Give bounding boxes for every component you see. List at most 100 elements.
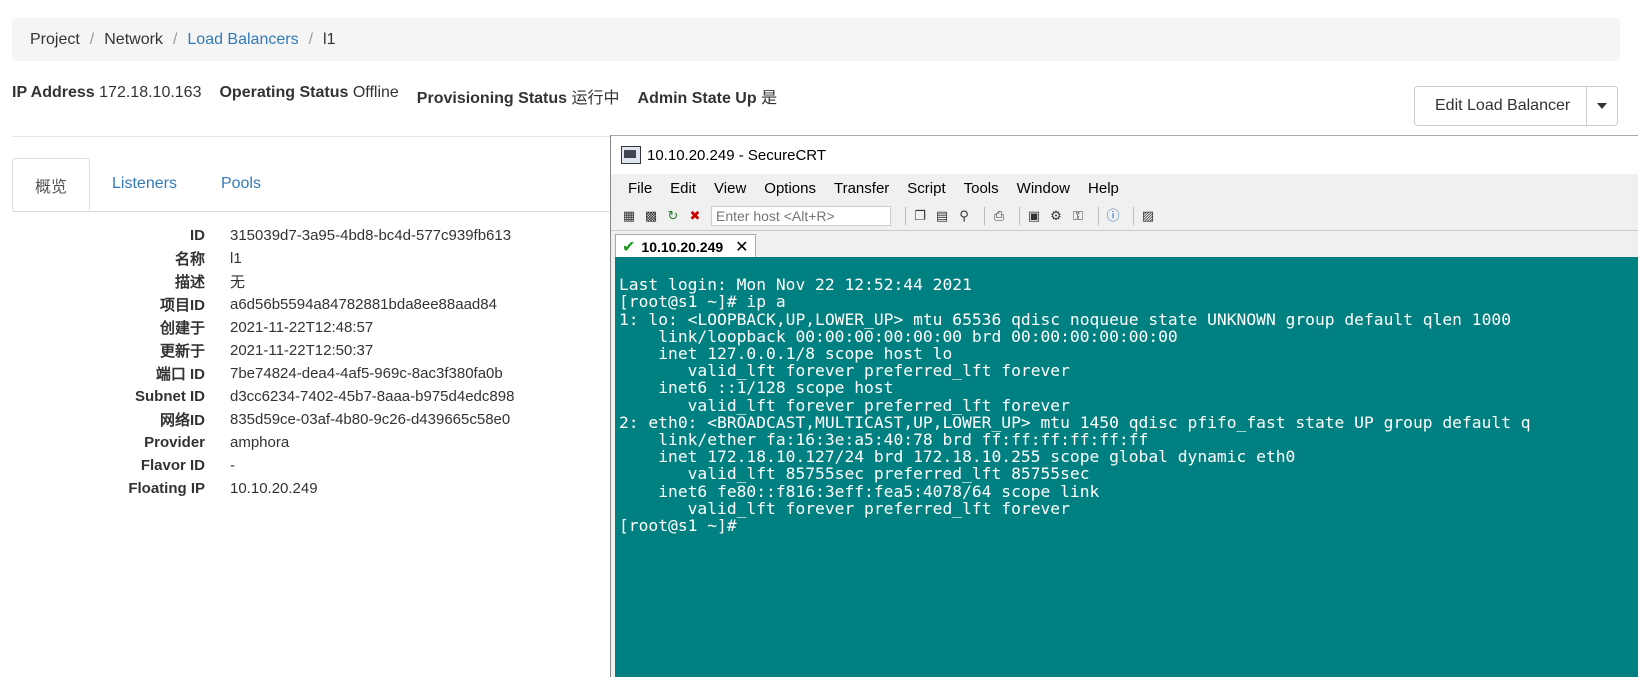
paste-icon[interactable]: ▤ <box>934 208 950 224</box>
terminal-line: valid_lft forever preferred_lft forever <box>619 395 1070 415</box>
reconnect-icon[interactable]: ↻ <box>665 208 681 224</box>
menu-script[interactable]: Script <box>898 180 954 197</box>
breadcrumb-separator: / <box>308 30 314 48</box>
status-summary: IP Address 172.18.10.163 Operating Statu… <box>12 84 777 108</box>
terminal-line: Last login: Mon Nov 22 12:52:44 2021 <box>619 275 972 295</box>
session-tab[interactable]: ✔ 10.10.20.249 ✕ <box>615 234 756 259</box>
tab-overview[interactable]: 概览 <box>12 158 91 211</box>
detail-key: 描述 <box>174 274 205 291</box>
detail-row: 端口 ID 7be74824-dea4-4af5-969c-8ac3f380fa0… <box>0 362 514 385</box>
detail-tabs: 概览 Listeners Pools <box>12 158 612 212</box>
toolbar-separator <box>905 207 906 225</box>
print-icon[interactable]: ⎙ <box>991 208 1007 224</box>
provisioning-status-pair: Provisioning Status 运行中 <box>417 84 620 108</box>
detail-row: ID 315039d7-3a95-4bd8-bc4d-577c939fb613 <box>0 224 514 247</box>
help-icon[interactable]: ⓘ <box>1105 208 1121 224</box>
operating-status-pair: Operating Status Offline <box>219 84 398 108</box>
terminal-line: valid_lft 85755sec preferred_lft 85755se… <box>619 464 1090 484</box>
global-options-icon[interactable]: ⚙ <box>1048 208 1064 224</box>
toolbar-separator <box>1098 207 1099 225</box>
securecrt-toolbar: ▦ ▩ ↻ ✖ ❐ ▤ ⚲ ⎙ ▣ ⚙ ⚿ ⓘ ▨ <box>611 202 1638 231</box>
admin-state-pair: Admin State Up 是 <box>638 84 778 108</box>
session-options-icon[interactable]: ▣ <box>1026 208 1042 224</box>
ip-address-label: IP Address <box>12 84 95 101</box>
securecrt-window: 10.10.20.249 - SecureCRT File Edit View … <box>610 135 1638 677</box>
edit-dropdown-toggle[interactable] <box>1587 87 1617 125</box>
detail-value: 315039d7-3a95-4bd8-bc4d-577c939fb613 <box>230 227 512 244</box>
detail-row: Provider amphora <box>0 431 514 454</box>
securecrt-title: 10.10.20.249 - SecureCRT <box>647 146 826 164</box>
terminal-line: link/ether fa:16:3e:a5:40:78 brd ff:ff:f… <box>619 430 1149 450</box>
breadcrumb-load-balancers-link[interactable]: Load Balancers <box>187 31 298 49</box>
detail-key: Provider <box>144 434 205 451</box>
detail-key: Subnet ID <box>135 388 205 405</box>
detail-row: 更新于 2021-11-22T12:50:37 <box>0 339 514 362</box>
breadcrumb-separator: / <box>89 30 95 48</box>
header-divider <box>12 136 612 137</box>
detail-value: 无 <box>230 274 246 291</box>
edit-load-balancer-button-group: Edit Load Balancer <box>1414 86 1619 126</box>
edit-load-balancer-button[interactable]: Edit Load Balancer <box>1415 87 1588 125</box>
menu-view[interactable]: View <box>705 180 755 197</box>
detail-key: ID <box>190 227 205 244</box>
breadcrumb-network: Network <box>104 30 163 48</box>
menu-window[interactable]: Window <box>1008 180 1079 197</box>
menu-options[interactable]: Options <box>755 180 825 197</box>
enter-host-input[interactable] <box>711 206 891 226</box>
quick-connect-icon[interactable]: ▩ <box>643 208 659 224</box>
detail-key: 创建于 <box>159 320 205 337</box>
detail-row: Floating IP 10.10.20.249 <box>0 477 514 500</box>
sftp-icon[interactable]: ▨ <box>1140 208 1156 224</box>
provisioning-status-value: 运行中 <box>571 90 620 107</box>
detail-value: l1 <box>230 250 242 267</box>
close-tab-icon[interactable]: ✕ <box>735 237 748 257</box>
menu-transfer[interactable]: Transfer <box>825 180 898 197</box>
detail-list: ID 315039d7-3a95-4bd8-bc4d-577c939fb613 名… <box>0 224 514 500</box>
securecrt-title-bar[interactable]: 10.10.20.249 - SecureCRT <box>611 135 1638 174</box>
toolbar-separator <box>1133 207 1134 225</box>
detail-value: a6d56b5594a84782881bda8ee88aad84 <box>230 296 497 313</box>
menu-file[interactable]: File <box>619 180 661 197</box>
terminal-line: inet 172.18.10.127/24 brd 172.18.10.255 … <box>619 447 1296 467</box>
tab-listeners[interactable]: Listeners <box>90 158 199 210</box>
menu-help[interactable]: Help <box>1079 180 1128 197</box>
terminal-line: link/loopback 00:00:00:00:00:00 brd 00:0… <box>619 326 1178 346</box>
detail-key: 网络ID <box>159 412 205 429</box>
connect-icon[interactable]: ▦ <box>621 208 637 224</box>
detail-value: 2021-11-22T12:48:57 <box>230 319 374 336</box>
menu-tools[interactable]: Tools <box>955 180 1008 197</box>
admin-state-value: 是 <box>761 90 778 107</box>
operating-status-label: Operating Status <box>219 84 349 101</box>
detail-key: Floating IP <box>128 480 205 497</box>
terminal-output[interactable]: Last login: Mon Nov 22 12:52:44 2021 [roo… <box>615 257 1638 677</box>
operating-status-value: Offline <box>352 84 399 101</box>
disconnect-icon[interactable]: ✖ <box>687 208 703 224</box>
securecrt-app-icon <box>621 146 641 164</box>
tab-pools[interactable]: Pools <box>199 158 283 210</box>
detail-key: 端口 ID <box>155 366 205 383</box>
detail-key: 更新于 <box>159 343 205 360</box>
securecrt-session-tabs: ✔ 10.10.20.249 ✕ <box>611 231 1638 259</box>
provisioning-status-label: Provisioning Status <box>416 90 568 107</box>
menu-edit[interactable]: Edit <box>661 180 705 197</box>
terminal-line: 1: lo: <LOOPBACK,UP,LOWER_UP> mtu 65536 … <box>619 309 1511 329</box>
terminal-line: valid_lft forever preferred_lft forever <box>619 361 1070 381</box>
detail-row: 项目ID a6d56b5594a84782881bda8ee88aad84 <box>0 293 514 316</box>
breadcrumb-current: l1 <box>323 30 336 48</box>
terminal-line: [root@s1 ~]# <box>619 516 747 536</box>
key-icon[interactable]: ⚿ <box>1070 208 1086 224</box>
detail-value: amphora <box>230 434 290 451</box>
breadcrumb-separator: / <box>172 30 178 48</box>
detail-key: 项目ID <box>159 297 205 314</box>
detail-value: d3cc6234-7402-45b7-8aaa-b975d4edc898 <box>230 388 515 405</box>
copy-icon[interactable]: ❐ <box>912 208 928 224</box>
find-icon[interactable]: ⚲ <box>956 208 972 224</box>
detail-key: Flavor ID <box>140 457 205 474</box>
breadcrumb: Project / Network / Load Balancers / l1 <box>12 18 1620 61</box>
detail-value: 2021-11-22T12:50:37 <box>230 342 374 359</box>
terminal-line: 2: eth0: <BROADCAST,MULTICAST,UP,LOWER_U… <box>619 412 1531 432</box>
detail-key: 名称 <box>174 251 205 268</box>
securecrt-menu-bar: File Edit View Options Transfer Script T… <box>611 174 1638 202</box>
detail-value: 7be74824-dea4-4af5-969c-8ac3f380fa0b <box>230 365 503 382</box>
detail-row: 名称 l1 <box>0 247 514 270</box>
